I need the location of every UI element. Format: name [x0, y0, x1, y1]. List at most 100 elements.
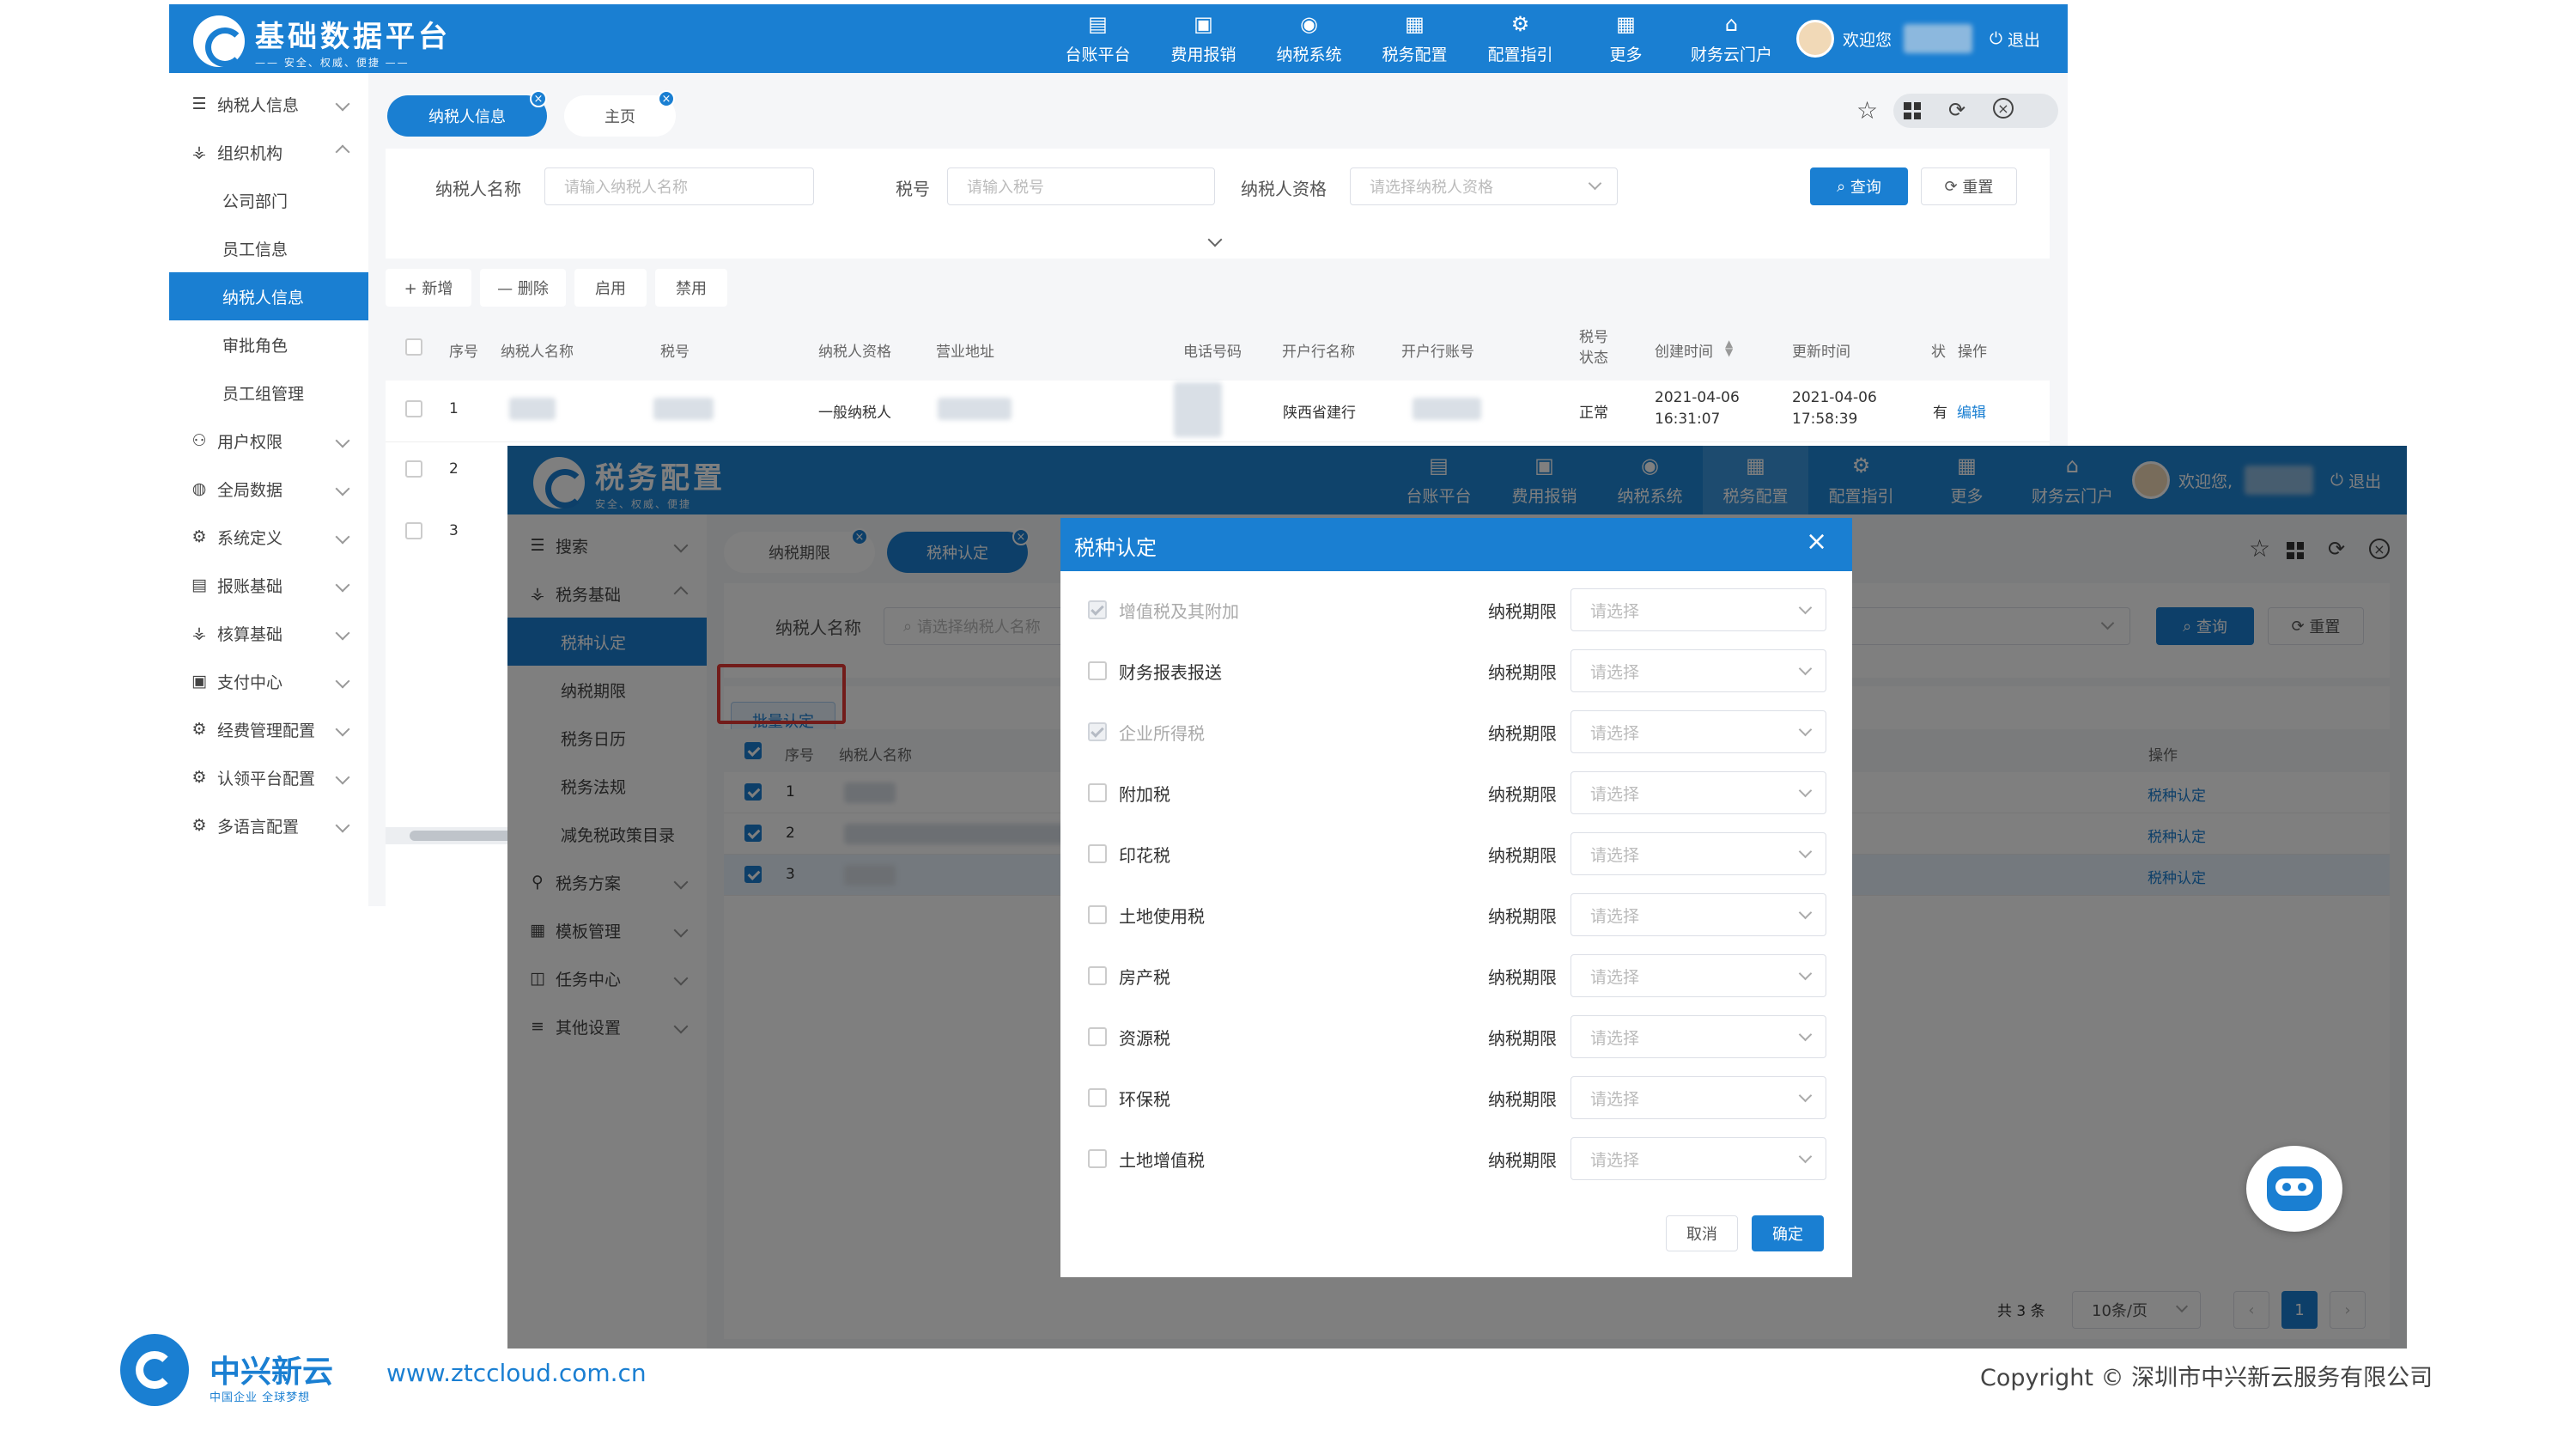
- tax-type-checkbox[interactable]: [1088, 1088, 1107, 1107]
- tax-type-checkbox[interactable]: [1088, 1027, 1107, 1046]
- sidebar-item-3[interactable]: 员工信息: [169, 224, 368, 272]
- tab-taxpayer-info[interactable]: 纳税人信息: [387, 95, 547, 137]
- refresh-icon[interactable]: ⟳: [1948, 98, 1965, 122]
- tax-period-select[interactable]: 请选择: [1571, 649, 1826, 692]
- row-number: 2: [449, 460, 459, 478]
- row-checkbox[interactable]: [405, 522, 422, 539]
- tax-type-label: 财务报表报送: [1119, 662, 1222, 683]
- cancel-button[interactable]: 取消: [1666, 1215, 1738, 1251]
- tax-period-select[interactable]: 请选择: [1571, 832, 1826, 875]
- tax-period-select[interactable]: 请选择: [1571, 1015, 1826, 1058]
- disable-button[interactable]: 禁用: [655, 269, 727, 307]
- sidebar-item-11[interactable]: ⚶ 核算基础: [169, 609, 368, 657]
- sidebar-item-12[interactable]: ▣ 支付中心: [169, 657, 368, 705]
- sidebar-item-label: 审批角色: [222, 336, 289, 356]
- tax-period-select[interactable]: 请选择: [1571, 1076, 1826, 1119]
- col-header: 更新时间: [1792, 344, 1850, 361]
- chevron-down-icon: [1798, 1149, 1813, 1164]
- nav-item-5[interactable]: ▦ 更多: [1573, 4, 1679, 73]
- close-icon[interactable]: ×: [658, 90, 675, 107]
- nav-item-0[interactable]: ▤ 台账平台: [1045, 4, 1151, 73]
- confirm-button[interactable]: 确定: [1752, 1215, 1824, 1251]
- nav-item-2[interactable]: ◉ 纳税系统: [1256, 4, 1362, 73]
- org-icon: ⚶: [191, 624, 207, 642]
- nav-label: 税务配置: [1382, 45, 1448, 64]
- tax-type-checkbox[interactable]: [1088, 905, 1107, 924]
- footer-url[interactable]: www.ztccloud.com.cn: [386, 1359, 647, 1387]
- chevron-down-icon: [1588, 176, 1602, 191]
- reset-button[interactable]: ⟳ 重置: [1921, 167, 2017, 205]
- nav-item-1[interactable]: ▣ 费用报销: [1151, 4, 1256, 73]
- row-checkbox[interactable]: [405, 400, 422, 417]
- star-icon[interactable]: ☆: [1856, 96, 1878, 125]
- tax-type-modal: 税种认定 × 增值税及其附加 纳税期限 请选择 财务报表报送 纳税期限 请选择 企业所得税纳…: [1060, 518, 1852, 1277]
- add-button[interactable]: + 新增: [386, 269, 471, 307]
- logout-icon[interactable]: ⏻: [1990, 29, 2002, 48]
- row-checkbox[interactable]: [405, 460, 422, 478]
- chevron-down-icon: [335, 625, 350, 641]
- tax-type-checkbox: [1088, 722, 1107, 741]
- sidebar-item-9[interactable]: ⚙ 系统定义: [169, 513, 368, 561]
- chatbot-button[interactable]: [2246, 1146, 2342, 1232]
- nav-label: 纳税系统: [1276, 45, 1342, 64]
- nav-item-4[interactable]: ⚙ 配置指引: [1467, 4, 1573, 73]
- tax-period-select[interactable]: 请选择: [1571, 1137, 1826, 1180]
- tax-type-checkbox[interactable]: [1088, 661, 1107, 680]
- col-header: 状: [1931, 344, 1946, 361]
- tax-period-select[interactable]: 请选择: [1571, 771, 1826, 814]
- sidebar-item-10[interactable]: ▤ 报账基础: [169, 561, 368, 609]
- logout-button[interactable]: 退出: [2008, 27, 2040, 51]
- tax-type-checkbox[interactable]: [1088, 966, 1107, 985]
- nav-label: 台账平台: [1065, 45, 1131, 64]
- tax-period-select[interactable]: 请选择: [1571, 588, 1826, 631]
- grid-icon[interactable]: [1904, 102, 1921, 119]
- nav-label: 更多: [1609, 45, 1643, 64]
- sidebar-item-5[interactable]: 审批角色: [169, 320, 368, 368]
- edit-link[interactable]: 编辑: [1957, 400, 1986, 422]
- tax-period-select[interactable]: 请选择: [1571, 954, 1826, 997]
- sidebar-item-2[interactable]: 公司部门: [169, 176, 368, 224]
- sidebar-item-13[interactable]: ⚙ 经费管理配置: [169, 705, 368, 753]
- chevron-down-icon: [1798, 600, 1813, 615]
- sidebar-item-1[interactable]: ⚶ 组织机构: [169, 128, 368, 176]
- tax-type-checkbox[interactable]: [1088, 783, 1107, 802]
- sidebar-item-label: 支付中心: [217, 673, 283, 692]
- sidebar-item-14[interactable]: ⚙ 认领平台配置: [169, 753, 368, 801]
- col-header: 开户行名称: [1282, 344, 1355, 361]
- sidebar-item-4[interactable]: 纳税人信息: [169, 272, 368, 320]
- sidebar-item-0[interactable]: ☰ 纳税人信息: [169, 80, 368, 128]
- modal-header: [1060, 518, 1852, 571]
- taxpayer-name-input[interactable]: 请输入纳税人名称: [544, 167, 814, 205]
- sidebar-item-15[interactable]: ⚙ 多语言配置: [169, 801, 368, 849]
- tax-type-checkbox[interactable]: [1088, 844, 1107, 863]
- status-cell: 正常: [1579, 405, 1608, 422]
- tax-period-select[interactable]: 请选择: [1571, 893, 1826, 936]
- taxpayer-qualification-select[interactable]: 请选择纳税人资格: [1350, 167, 1618, 205]
- sidebar-item-6[interactable]: 员工组管理: [169, 368, 368, 417]
- close-circle-icon[interactable]: ×: [1993, 98, 2014, 119]
- chevron-down-icon: [1798, 1088, 1813, 1103]
- delete-button[interactable]: — 删除: [480, 269, 566, 307]
- enable-button[interactable]: 启用: [574, 269, 647, 307]
- avatar[interactable]: [1796, 20, 1834, 58]
- nav-item-6[interactable]: ⌂ 财务云门户: [1679, 4, 1784, 73]
- close-icon[interactable]: ×: [1806, 527, 1827, 557]
- tax-type-checkbox[interactable]: [1088, 1149, 1107, 1168]
- chevron-down-icon: [335, 529, 350, 545]
- sidebar-item-8[interactable]: ◍ 全局数据: [169, 465, 368, 513]
- tax-period-label: 纳税期限: [1488, 1028, 1557, 1049]
- tax-period-select[interactable]: 请选择: [1571, 710, 1826, 753]
- sidebar-item-label: 经费管理配置: [217, 721, 316, 740]
- tax-period-label: 纳税期限: [1488, 784, 1557, 805]
- close-icon[interactable]: ×: [530, 90, 547, 107]
- sidebar-item-7[interactable]: ⚇ 用户权限: [169, 417, 368, 465]
- taxpayer-qualification-label: 纳税人资格: [1241, 179, 1327, 199]
- platform-title: 基础数据平台: [255, 20, 451, 54]
- nav-item-3[interactable]: ▦ 税务配置: [1362, 4, 1467, 73]
- query-button[interactable]: ⌕ 查询: [1810, 167, 1908, 205]
- tax-number-input[interactable]: 请输入税号: [947, 167, 1215, 205]
- select-all-checkbox[interactable]: [405, 338, 422, 356]
- col-header: 营业地址: [936, 344, 994, 361]
- org-icon: ⚶: [191, 143, 207, 161]
- sort-icon[interactable]: ▲ ▼: [1725, 338, 1733, 357]
